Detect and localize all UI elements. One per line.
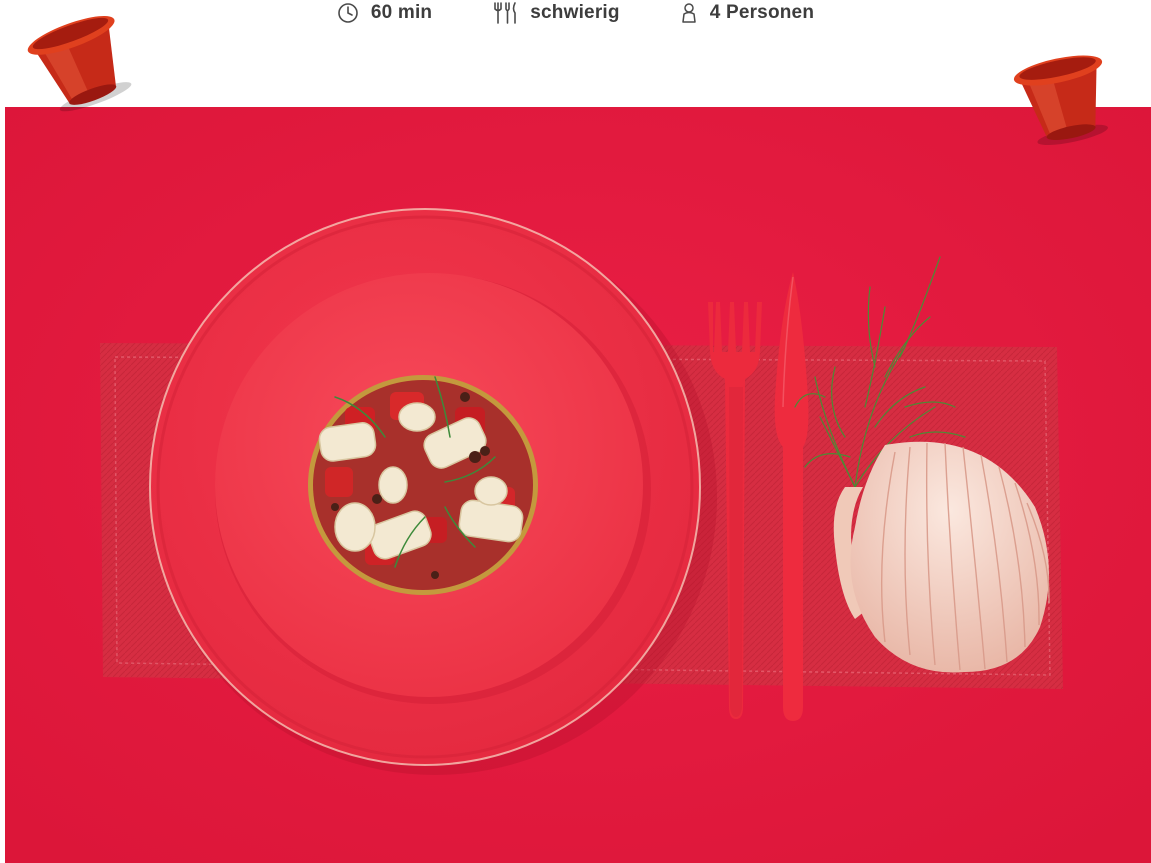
coffee-capsule-left (18, 0, 140, 119)
recipe-meta-bar: 60 min schwierig 4 Personen (0, 0, 1151, 36)
cutlery-icon (492, 1, 518, 25)
recipe-time-label: 60 min (370, 2, 433, 23)
recipe-hero-image (5, 107, 1151, 863)
recipe-servings-label: 4 Personen (709, 2, 815, 23)
coffee-capsule-right (1004, 38, 1122, 155)
recipe-difficulty-label: schwierig (530, 2, 620, 23)
person-icon (680, 2, 698, 24)
recipe-time: 60 min (337, 0, 432, 26)
recipe-servings: 4 Personen (680, 0, 814, 26)
table-setting-illustration (5, 107, 1151, 863)
dish (308, 375, 538, 595)
recipe-difficulty: schwierig (492, 0, 620, 26)
clock-icon (337, 2, 359, 24)
